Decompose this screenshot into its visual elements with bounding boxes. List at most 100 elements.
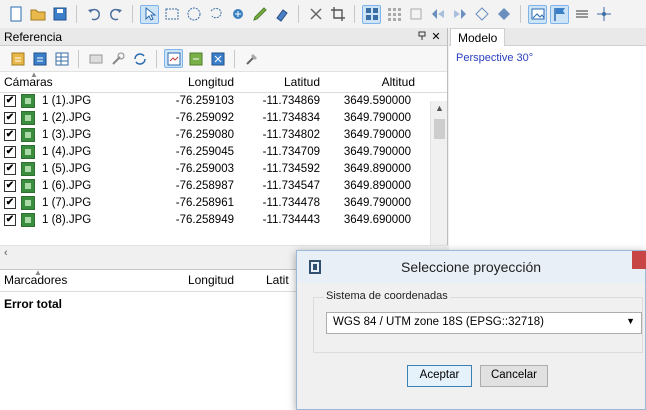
- dialog-close-button[interactable]: [632, 251, 646, 269]
- camera-name: 1 (3).JPG: [42, 129, 92, 141]
- cancel-button[interactable]: Cancelar: [480, 365, 548, 387]
- coordinate-system-group: Sistema de coordenadas WGS 84 / UTM zone…: [313, 290, 643, 353]
- camera-checkbox[interactable]: ✔: [4, 112, 16, 124]
- toolbar-separator: [234, 49, 235, 68]
- wrench-icon[interactable]: [108, 49, 127, 68]
- export-icon[interactable]: [30, 49, 49, 68]
- draw-icon[interactable]: [250, 5, 269, 24]
- table-row[interactable]: ✔ 1 (4).JPG -76.259045 -11.734709 3649.7…: [0, 144, 447, 161]
- new-icon[interactable]: [6, 5, 25, 24]
- delete-selection-icon[interactable]: [306, 5, 325, 24]
- col-altitude[interactable]: Altitud: [320, 75, 415, 89]
- camera-altitude: 3649.890000: [343, 180, 411, 192]
- image-icon: [21, 162, 35, 176]
- paint-icon[interactable]: [272, 5, 291, 24]
- main-toolbar: [0, 0, 646, 28]
- table-icon[interactable]: [52, 49, 71, 68]
- camera-name: 1 (4).JPG: [42, 146, 92, 158]
- update-icon[interactable]: [130, 49, 149, 68]
- table-row[interactable]: ✔ 1 (8).JPG -76.258949 -11.734443 3649.6…: [0, 212, 447, 229]
- circle-select-icon[interactable]: [184, 5, 203, 24]
- image-icon: [21, 111, 35, 125]
- image-icon[interactable]: [528, 4, 547, 24]
- perspective-label: Perspective 30°: [456, 52, 534, 64]
- table-row[interactable]: ✔ 1 (3).JPG -76.259080 -11.734802 3649.7…: [0, 127, 447, 144]
- open-icon[interactable]: [28, 5, 47, 24]
- select-icon[interactable]: [140, 4, 159, 24]
- scroll-left-icon[interactable]: ‹: [4, 247, 8, 259]
- layers-icon[interactable]: [572, 5, 591, 24]
- col-cameras[interactable]: Cámaras: [4, 75, 53, 89]
- camera-altitude: 3649.790000: [343, 112, 411, 124]
- rotate-left-icon[interactable]: [428, 5, 447, 24]
- camera-latitude: -11.734592: [262, 163, 320, 175]
- undo-icon[interactable]: [84, 5, 103, 24]
- camera-checkbox[interactable]: ✔: [4, 146, 16, 158]
- toolbar-separator: [132, 5, 133, 23]
- save-icon[interactable]: [50, 5, 69, 24]
- coordinate-system-select[interactable]: WGS 84 / UTM zone 18S (EPSG::32718) ▼: [326, 312, 642, 334]
- camera-checkbox[interactable]: ✔: [4, 129, 16, 141]
- camera-checkbox[interactable]: ✔: [4, 197, 16, 209]
- camera-name: 1 (5).JPG: [42, 163, 92, 175]
- nav-icon[interactable]: [472, 5, 491, 24]
- settings-icon[interactable]: [242, 49, 261, 68]
- redo-icon[interactable]: [106, 5, 125, 24]
- col-marker-longitude[interactable]: Longitud: [150, 273, 234, 287]
- camera-altitude: 3649.890000: [343, 163, 411, 175]
- camera-checkbox[interactable]: ✔: [4, 163, 16, 175]
- table-row[interactable]: ✔ 1 (6).JPG -76.258987 -11.734547 3649.8…: [0, 178, 447, 195]
- col-longitude[interactable]: Longitud: [150, 75, 234, 89]
- camera-checkbox[interactable]: ✔: [4, 95, 16, 107]
- rotate-icon[interactable]: [494, 5, 513, 24]
- camera-checkbox[interactable]: ✔: [4, 180, 16, 192]
- col-latitude[interactable]: Latitud: [234, 75, 320, 89]
- vertical-scrollbar[interactable]: ▲ ▼: [430, 101, 447, 265]
- pin-icon[interactable]: [415, 30, 429, 43]
- table-row[interactable]: ✔ 1 (7).JPG -76.258961 -11.734478 3649.7…: [0, 195, 447, 212]
- camera-longitude: -76.258961: [175, 197, 234, 209]
- rotate-right-icon[interactable]: [450, 5, 469, 24]
- camera-longitude: -76.258987: [175, 180, 234, 192]
- table-row[interactable]: ✔ 1 (1).JPG -76.259103 -11.734869 3649.5…: [0, 93, 447, 110]
- camera-longitude: -76.259080: [175, 129, 234, 141]
- crop-icon[interactable]: [328, 5, 347, 24]
- move-icon[interactable]: [594, 5, 613, 24]
- camera-longitude: -76.259103: [175, 95, 234, 107]
- import-icon[interactable]: [8, 49, 27, 68]
- convert-icon[interactable]: [86, 49, 105, 68]
- toolbar-separator: [520, 5, 521, 23]
- col-markers[interactable]: Marcadores: [4, 273, 67, 287]
- camera-altitude: 3649.790000: [343, 197, 411, 209]
- camera-name: 1 (2).JPG: [42, 112, 92, 124]
- add-marker-icon[interactable]: [228, 5, 247, 24]
- transform-icon[interactable]: [406, 5, 425, 24]
- view-estimated-icon[interactable]: [186, 49, 205, 68]
- tab-model[interactable]: Modelo: [450, 28, 506, 46]
- cameras-table-header: ▲ Cámaras Longitud Latitud Altitud: [0, 70, 447, 93]
- accept-button[interactable]: Aceptar: [407, 365, 472, 387]
- view-errors-icon[interactable]: [208, 49, 227, 68]
- table-row[interactable]: ✔ 1 (5).JPG -76.259003 -11.734592 3649.8…: [0, 161, 447, 178]
- grid-icon[interactable]: [362, 4, 381, 24]
- col-marker-latitude[interactable]: Latit: [266, 273, 289, 287]
- rect-select-icon[interactable]: [162, 5, 181, 24]
- table-row[interactable]: ✔ 1 (2).JPG -76.259092 -11.734834 3649.7…: [0, 110, 447, 127]
- image-icon: [21, 179, 35, 193]
- reference-pane-header: Referencia ✕: [0, 28, 447, 46]
- toolbar-separator: [298, 5, 299, 23]
- chevron-down-icon[interactable]: ▼: [626, 316, 635, 326]
- camera-checkbox[interactable]: ✔: [4, 214, 16, 226]
- dialog-title: Seleccione proyección: [401, 259, 542, 275]
- camera-name: 1 (7).JPG: [42, 197, 92, 209]
- scroll-up-icon[interactable]: ▲: [431, 103, 448, 113]
- dense-grid-icon[interactable]: [384, 5, 403, 24]
- camera-longitude: -76.258949: [175, 214, 234, 226]
- scroll-thumb[interactable]: [434, 119, 445, 139]
- flag-icon[interactable]: [550, 4, 569, 24]
- view-source-icon[interactable]: [164, 49, 183, 68]
- lasso-icon[interactable]: [206, 5, 225, 24]
- toolbar-separator: [78, 49, 79, 68]
- dialog-titlebar[interactable]: Seleccione proyección: [297, 251, 646, 283]
- close-icon[interactable]: ✕: [429, 30, 443, 43]
